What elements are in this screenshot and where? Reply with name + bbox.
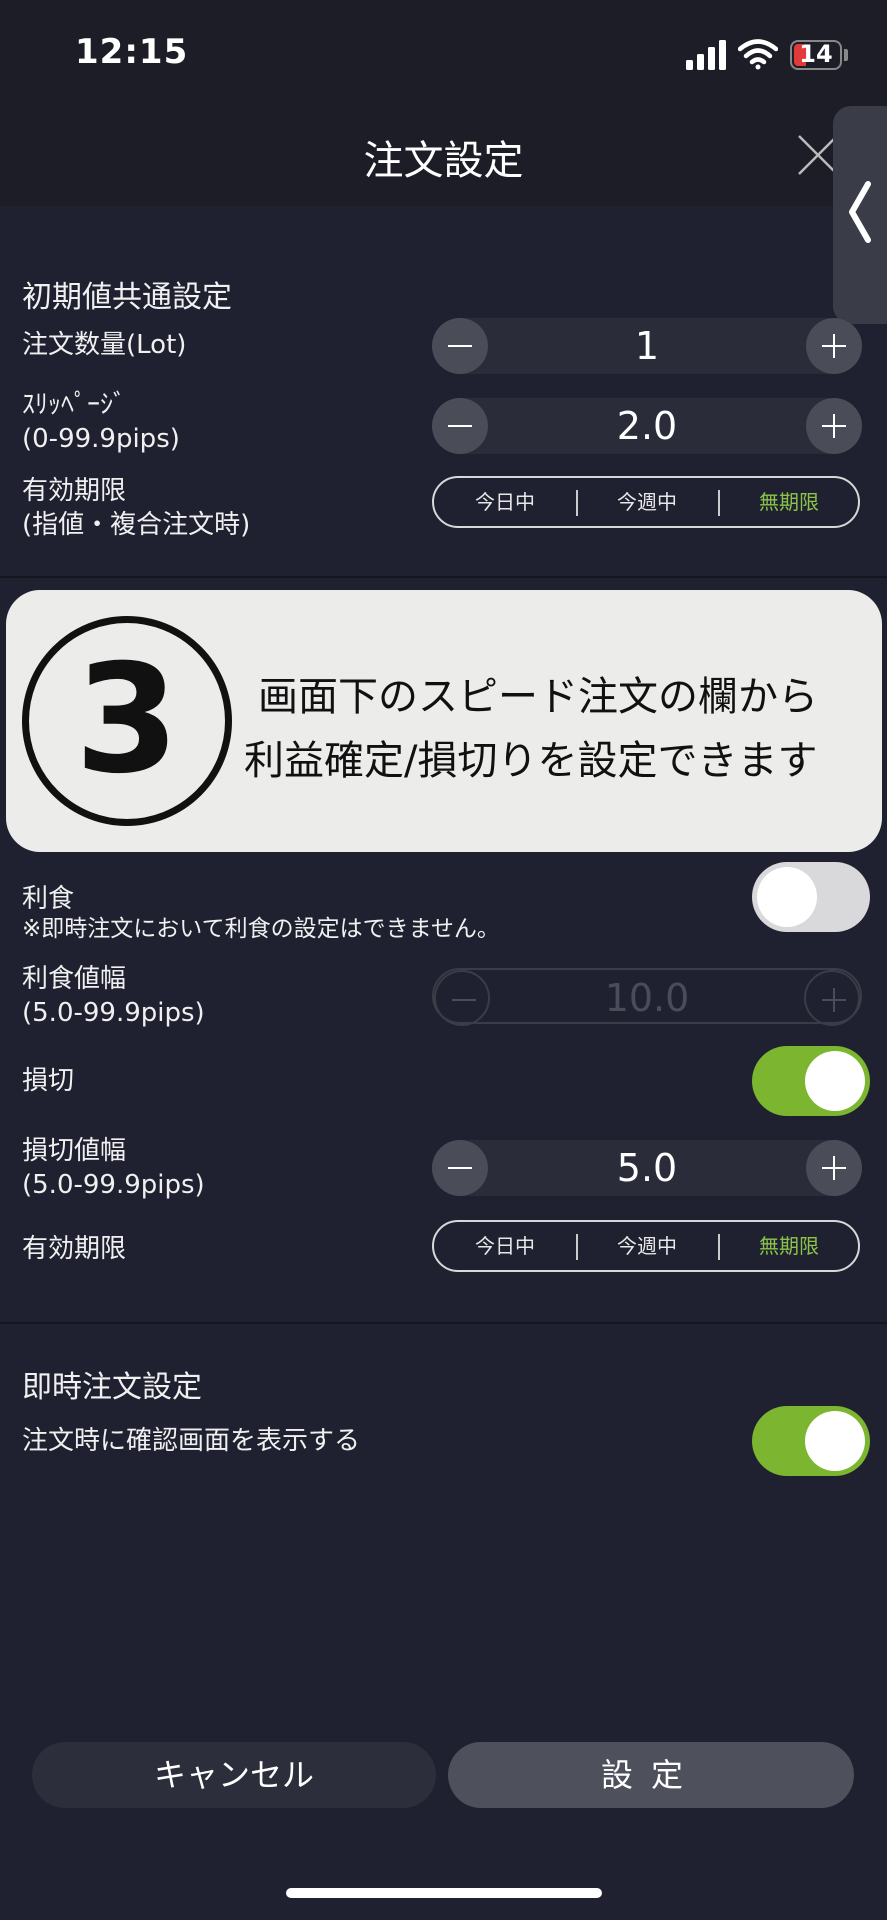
stop-loss-plus-button[interactable] xyxy=(806,1140,862,1196)
stop-loss-width-stepper[interactable]: 5.0 xyxy=(432,1140,862,1196)
expiry-option-today[interactable]: 今日中 xyxy=(434,478,576,526)
callout-text-line1: 画面下のスピード注文の欄から xyxy=(258,674,818,720)
slippage-stepper[interactable]: 2.0 xyxy=(432,398,862,454)
take-profit-plus-button xyxy=(804,970,860,1026)
speed-expiry-option-today[interactable]: 今日中 xyxy=(434,1222,576,1270)
take-profit-label: 利食 xyxy=(22,884,75,914)
slippage-plus-button[interactable] xyxy=(806,398,862,454)
take-profit-toggle[interactable] xyxy=(752,862,870,932)
slippage-value: 2.0 xyxy=(616,404,678,448)
expiry-sub-label: (指値・複合注文時) xyxy=(22,510,251,540)
section-divider xyxy=(0,576,887,578)
confirm-screen-toggle[interactable] xyxy=(752,1406,870,1476)
confirm-screen-label: 注文時に確認画面を表示する xyxy=(22,1426,361,1456)
cancel-button[interactable]: キャンセル xyxy=(32,1742,436,1808)
section-title-initial: 初期値共通設定 xyxy=(22,280,232,315)
expiry-option-unlimited[interactable]: 無期限 xyxy=(718,478,860,526)
callout-text-line2: 利益確定/損切りを設定できます xyxy=(244,738,818,784)
take-profit-width-label: 利食値幅 xyxy=(22,964,127,994)
speed-expiry-segmented-control[interactable]: 今日中 今週中 無期限 xyxy=(432,1220,860,1272)
expiry-option-week[interactable]: 今週中 xyxy=(576,478,718,526)
slippage-minus-button[interactable] xyxy=(432,398,488,454)
take-profit-width-stepper: 10.0 xyxy=(432,968,862,1026)
expiry-segmented-control[interactable]: 今日中 今週中 無期限 xyxy=(432,476,860,528)
section-title-instant: 即時注文設定 xyxy=(22,1370,202,1405)
wifi-icon xyxy=(738,39,778,70)
chevron-left-icon[interactable] xyxy=(846,180,874,244)
stop-loss-toggle[interactable] xyxy=(752,1046,870,1116)
toggle-knob xyxy=(757,867,817,927)
callout-number: 3 xyxy=(74,633,180,807)
stop-loss-width-value: 5.0 xyxy=(616,1146,678,1190)
slippage-label: ｽﾘｯﾍﾟｰｼﾞ xyxy=(22,390,127,420)
battery-percent: 14 xyxy=(799,40,833,68)
speed-expiry-option-week[interactable]: 今週中 xyxy=(576,1222,718,1270)
stop-loss-width-range-label: (5.0-99.9pips) xyxy=(22,1170,205,1200)
toggle-knob xyxy=(805,1411,865,1471)
speed-expiry-label: 有効期限 xyxy=(22,1234,127,1264)
set-button[interactable]: 設定 xyxy=(448,1742,854,1808)
speed-expiry-option-unlimited[interactable]: 無期限 xyxy=(718,1222,860,1270)
expiry-label: 有効期限 xyxy=(22,476,127,506)
stop-loss-label: 損切 xyxy=(22,1066,75,1096)
quantity-plus-button[interactable] xyxy=(806,318,862,374)
take-profit-note: ※即時注文において利食の設定はできません。 xyxy=(22,916,500,942)
home-indicator xyxy=(286,1888,602,1898)
toggle-knob xyxy=(805,1051,865,1111)
battery-icon: 14 xyxy=(790,40,842,70)
take-profit-width-value: 10.0 xyxy=(604,976,690,1020)
quantity-value: 1 xyxy=(634,324,660,368)
section-divider xyxy=(0,1322,887,1324)
stop-loss-width-label: 損切値幅 xyxy=(22,1136,127,1166)
slippage-range-label: (0-99.9pips) xyxy=(22,424,180,454)
take-profit-width-range-label: (5.0-99.9pips) xyxy=(22,998,205,1028)
page-title: 注文設定 xyxy=(363,138,524,184)
status-time: 12:15 xyxy=(75,32,189,72)
battery-nub xyxy=(844,49,848,61)
quantity-label: 注文数量(Lot) xyxy=(22,330,187,360)
stop-loss-minus-button[interactable] xyxy=(432,1140,488,1196)
quantity-minus-button[interactable] xyxy=(432,318,488,374)
take-profit-minus-button xyxy=(434,970,490,1026)
signal-icon xyxy=(686,40,726,70)
quantity-stepper[interactable]: 1 xyxy=(432,318,862,374)
